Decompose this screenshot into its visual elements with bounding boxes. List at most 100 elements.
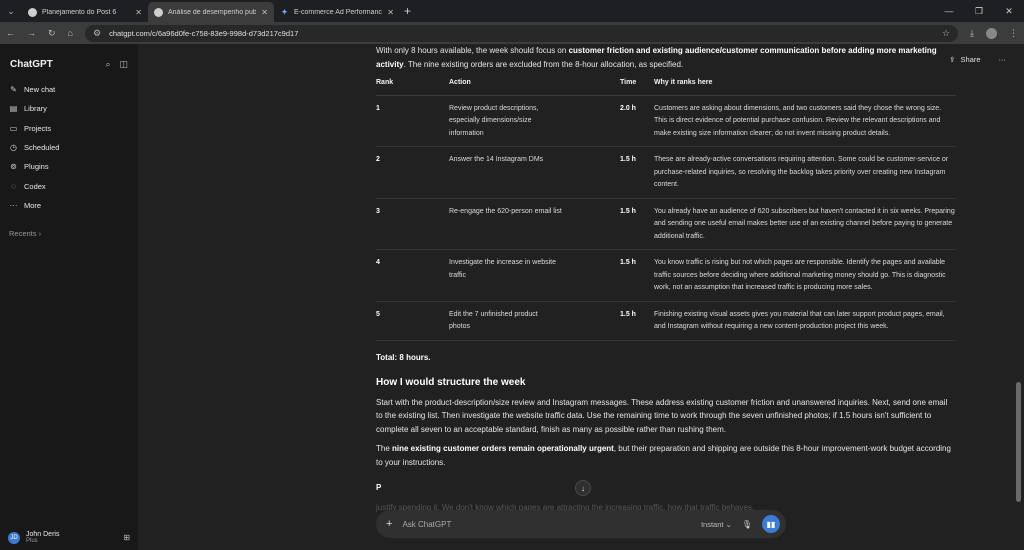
address-bar: ← → ↻ ⌂ ⚙ chatgpt.com/c/6a96d0fe-c758-83…	[0, 22, 1024, 44]
trailing-heading-text: P	[376, 483, 382, 492]
microphone-icon[interactable]: 🎙	[742, 520, 752, 529]
tab-0[interactable]: Planejamento do Post 6 ✕	[22, 2, 148, 22]
orders-text: The	[376, 444, 393, 453]
trailing-heading: P	[376, 481, 956, 495]
more-options-icon[interactable]: ···	[999, 55, 1007, 64]
chatgpt-favicon-icon	[154, 7, 163, 17]
table-header-row: Rank Action Time Why it ranks here	[376, 77, 956, 96]
total-line: Total: 8 hours.	[376, 352, 431, 362]
assistant-message: With only 8 hours available, the week sh…	[376, 44, 956, 520]
table-row: 4 Investigate the increase in website tr…	[376, 249, 956, 302]
chatgpt-favicon-icon	[28, 7, 37, 17]
sidebar-item-more[interactable]: ··· More	[0, 196, 138, 215]
browser-menu-icon[interactable]: ⋮	[1009, 28, 1018, 39]
cell-action: Investigate the increase in website traf…	[449, 249, 620, 302]
browser-tab-bar: ⌄ Planejamento do Post 6 ✕ Análise de de…	[0, 0, 1024, 22]
site-info-icon[interactable]: ⚙	[93, 28, 101, 39]
orders-bold: nine existing customer orders remain ope…	[392, 444, 614, 453]
plus-icon[interactable]: +	[386, 518, 392, 530]
bookmark-star-icon[interactable]: ☆	[942, 28, 950, 39]
cell-time: 2.0 h	[620, 95, 654, 147]
sidebar-item-new-chat[interactable]: ✎ New chat	[0, 80, 138, 99]
header-action: Action	[449, 77, 620, 96]
sidebar-item-scheduled[interactable]: ◷ Scheduled	[0, 138, 138, 157]
avatar: JD	[8, 531, 20, 544]
sidebar-item-library[interactable]: ▤ Library	[0, 99, 138, 118]
sidebar-item-codex[interactable]: ◌ Codex	[0, 176, 138, 195]
close-icon[interactable]: ✕	[135, 8, 142, 17]
gemini-favicon-icon: ✦	[280, 6, 289, 17]
back-icon[interactable]: ←	[6, 28, 15, 38]
forward-icon[interactable]: →	[27, 28, 36, 38]
cell-time: 1.5 h	[620, 249, 654, 302]
profile-avatar-icon[interactable]	[986, 27, 997, 39]
library-icon: ▤	[9, 104, 18, 114]
sidebar: ChatGPT ⌕ ◫ ✎ New chat ▤ Library ▭ Proje…	[0, 44, 138, 550]
sidebar-item-plugins[interactable]: ⊚ Plugins	[0, 157, 138, 176]
sidebar-item-label: Library	[24, 104, 47, 114]
intro-text-end: . The nine existing orders are excluded …	[403, 59, 684, 69]
structure-paragraph: Start with the product-description/size …	[376, 397, 948, 434]
user-profile[interactable]: JD John Deris Plus ⊞	[0, 531, 138, 544]
app-title[interactable]: ChatGPT	[10, 59, 96, 70]
cell-rank: 3	[376, 198, 449, 250]
minimize-icon[interactable]: —	[934, 0, 964, 22]
recents-header[interactable]: Recents ›	[0, 229, 138, 238]
user-name: John Deris	[26, 531, 60, 538]
sidebar-item-label: Codex	[24, 181, 46, 191]
cell-why: These are already-active conversations r…	[654, 146, 956, 199]
sidebar-toggle-icon[interactable]: ◫	[119, 59, 128, 70]
sidebar-item-projects[interactable]: ▭ Projects	[0, 119, 138, 138]
search-icon[interactable]: ⌕	[105, 59, 110, 70]
cell-action: Review product descriptions, especially …	[449, 95, 620, 147]
orders-paragraph: The nine existing customer orders remain…	[376, 442, 956, 469]
chat-topbar: ⇪ Share ···	[949, 55, 1006, 64]
cell-why: Finishing existing visual assets gives y…	[654, 301, 956, 341]
cell-why: You already have an audience of 620 subs…	[654, 198, 956, 250]
reload-icon[interactable]: ↻	[48, 28, 56, 39]
sidebar-item-label: New chat	[24, 85, 56, 95]
cell-rank: 1	[376, 95, 449, 147]
tab-label: Planejamento do Post 6	[42, 8, 117, 16]
restore-icon[interactable]: ❐	[964, 0, 994, 22]
share-label: Share	[960, 55, 981, 64]
tab-label: E-commerce Ad Performance A	[294, 8, 383, 16]
tab-1[interactable]: Análise de desempenho publici ✕	[148, 2, 274, 22]
close-icon[interactable]: ✕	[387, 8, 394, 17]
voice-mode-button[interactable]: ▮▮	[762, 515, 780, 533]
tab-2[interactable]: ✦ E-commerce Ad Performance A ✕	[274, 2, 400, 22]
url-text: chatgpt.com/c/6a96d0fe-c758-83e9-998d-d7…	[109, 28, 299, 38]
message-input[interactable]	[402, 519, 691, 529]
table-row: 1 Review product descriptions, especiall…	[376, 95, 956, 147]
scroll-down-button[interactable]: ↓	[575, 480, 591, 496]
close-window-icon[interactable]: ✕	[994, 0, 1024, 22]
composer: + Instant ⌄ 🎙 ▮▮	[376, 510, 786, 538]
home-icon[interactable]: ⌂	[68, 28, 73, 38]
more-icon: ···	[9, 200, 18, 210]
cell-rank: 4	[376, 249, 449, 302]
scrollbar[interactable]	[1016, 44, 1022, 550]
header-time: Time	[620, 77, 654, 96]
gift-icon[interactable]: ⊞	[123, 533, 130, 542]
user-plan: Plus	[26, 538, 38, 544]
download-icon[interactable]: ⤓	[970, 28, 974, 39]
scrollbar-thumb[interactable]	[1016, 382, 1021, 502]
table-row: 5 Edit the 7 unfinished product photos 1…	[376, 301, 956, 341]
cell-time: 1.5 h	[620, 198, 654, 250]
tab-search-icon[interactable]: ⌄	[0, 0, 22, 22]
model-mode-select[interactable]: Instant ⌄	[701, 520, 732, 529]
cell-action: Edit the 7 unfinished product photos	[449, 301, 620, 341]
cell-why: You know traffic is rising but not which…	[654, 249, 956, 302]
cell-time: 1.5 h	[620, 301, 654, 341]
sidebar-item-label: More	[24, 200, 42, 210]
intro-text: With only 8 hours available, the week sh…	[376, 46, 569, 55]
header-why: Why it ranks here	[654, 77, 956, 96]
new-tab-icon[interactable]: +	[404, 4, 411, 18]
close-icon[interactable]: ✕	[261, 8, 268, 17]
url-field[interactable]: ⚙ chatgpt.com/c/6a96d0fe-c758-83e9-998d-…	[84, 24, 959, 42]
table-row: 2 Answer the 14 Instagram DMs 1.5 h Thes…	[376, 146, 956, 199]
sidebar-item-label: Plugins	[24, 162, 49, 172]
tab-label: Análise de desempenho publici	[168, 8, 257, 16]
ranking-table: Rank Action Time Why it ranks here 1 Rev…	[376, 77, 956, 341]
cell-action: Answer the 14 Instagram DMs	[449, 146, 620, 199]
